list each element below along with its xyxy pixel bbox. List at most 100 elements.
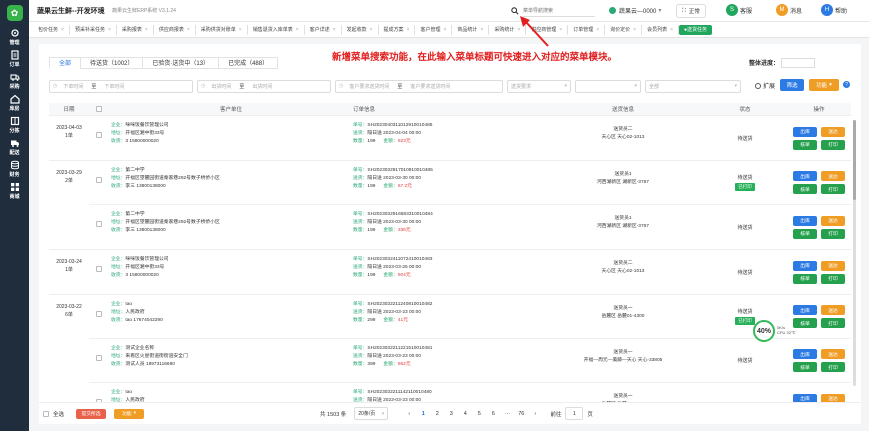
row-checkbox[interactable] [96,177,102,183]
close-icon[interactable]: × [187,25,190,35]
tab-completed[interactable]: 已完成（488） [218,57,279,69]
page-tab[interactable]: 订单管理 × [568,24,606,35]
page-button[interactable]: 6 [488,409,498,419]
sidebar-item-warehouse[interactable]: 库房 [0,92,29,114]
fullscreen-button[interactable]: ⛶ 正常 [676,4,706,18]
page-size-select[interactable]: 20条/页 ▾ [354,407,389,420]
expand-toggle[interactable]: 扩展 [755,81,775,90]
page-button[interactable]: 4 [460,409,470,419]
delivery-requirement-select[interactable]: 送货要求 ▾ [507,79,571,93]
print-button[interactable]: 打印 [821,228,845,239]
app-logo[interactable]: ✿ [0,0,29,26]
sidebar-item-sorting[interactable]: 分拣 [0,114,29,136]
close-icon[interactable]: × [296,25,299,35]
page-tab[interactable]: 预采补采任务 × [70,24,117,35]
outbound-button[interactable]: 出库 [793,349,817,359]
page-tab[interactable]: 会员列表 × [642,24,679,35]
order-time-range[interactable]: ◷ 下单时间 至 下单时间 [49,79,193,93]
page-tab[interactable]: 包价任务 × [33,24,70,35]
scrollbar-thumb[interactable] [853,120,856,200]
close-icon[interactable]: × [596,25,599,35]
page-tab[interactable]: 客户管理 × [415,24,453,35]
ship-time-range[interactable]: ◷ 出货时间 至 出货时间 [197,79,331,93]
print-button[interactable]: 打印 [821,139,845,150]
outbound-button[interactable]: 出库 [793,305,817,315]
table-scrollbar[interactable] [853,120,856,386]
delivered-button[interactable]: 送达 [821,260,845,271]
close-icon[interactable]: × [633,25,636,35]
page-tab[interactable]: 客户详述 × [305,24,342,35]
page-button[interactable]: 5 [474,409,484,419]
outbound-button[interactable]: 出库 [793,215,817,226]
close-icon[interactable]: × [145,25,148,35]
sidebar-item-orders[interactable]: 订单 [0,48,29,70]
goto-input[interactable]: 1 [565,407,584,420]
tab-all[interactable]: 全部 [49,57,82,69]
page-button[interactable]: 2 [432,409,442,419]
page-button[interactable]: 76 [516,409,526,419]
page-tab[interactable]: 采购报表 × [117,24,154,35]
tab-delivering[interactable]: 已验货·送货中（13） [142,57,220,69]
verify-button[interactable]: 核单 [793,139,817,150]
page-tab[interactable]: 发起收款 × [342,24,379,35]
verify-button[interactable]: 核单 [793,228,817,239]
performance-gauge[interactable]: 40% [753,320,775,342]
close-icon[interactable]: × [239,25,242,35]
close-icon[interactable]: × [559,25,562,35]
outbound-button[interactable]: 出库 [793,260,817,271]
sidebar-item-mall[interactable]: 商城 [0,180,29,202]
page-button[interactable]: 1 [418,409,428,419]
filter-button[interactable]: 筛选 [780,79,804,91]
delivered-button[interactable]: 送达 [821,126,845,137]
select-all-checkbox[interactable] [96,106,102,112]
print-button[interactable]: 打印 [821,273,845,284]
close-icon[interactable]: × [333,25,336,35]
verify-button[interactable]: 核单 [793,362,817,372]
close-icon[interactable]: × [370,25,373,35]
close-icon[interactable]: × [407,25,410,35]
outbound-button[interactable]: 出库 [793,171,817,181]
verify-button[interactable]: 核单 [793,273,817,284]
outbound-button[interactable]: 出库 [793,126,817,137]
sidebar-item-purchase[interactable]: 采购 [0,70,29,92]
filter-help-icon[interactable]: ? [843,81,850,88]
page-tab[interactable]: 商品统计 × [452,24,490,35]
sidebar-item-management[interactable]: 管理 [0,26,29,48]
message-button[interactable]: M 消息 [776,4,802,16]
row-checkbox[interactable] [96,311,102,317]
verify-button[interactable]: 核单 [793,184,817,194]
page-button[interactable]: ··· [502,409,512,419]
close-icon[interactable]: × [670,25,673,35]
delivered-button[interactable]: 送达 [821,305,845,315]
page-tab[interactable]: ●送货任务 [679,24,713,35]
page-tab[interactable]: 供应商报表 × [154,24,196,35]
print-button[interactable]: 打印 [821,318,845,328]
row-checkbox[interactable] [96,221,102,227]
delivered-button[interactable]: 送达 [821,215,845,226]
tab-pending[interactable]: 待送货（1002） [80,57,144,69]
outbound-button[interactable]: 出库 [793,393,817,402]
page-button[interactable]: › [530,409,540,419]
user-menu[interactable]: 蔬果云---0000 ▾ [609,6,661,15]
sidebar-item-delivery[interactable]: 配送 [0,136,29,158]
close-icon[interactable]: × [443,25,446,35]
secondary-select[interactable]: ▾ [575,79,641,93]
customer-time-range[interactable]: ◷ 客户要求送货时间 至 客户要求送货时间 [335,79,503,93]
page-tab[interactable]: 询价定价 × [605,24,643,35]
batch-submit-button[interactable]: 提交所选 [76,408,107,419]
scope-select[interactable]: 全部 ▾ [645,79,741,93]
page-tab[interactable]: 采购供货对账单 × [196,24,248,35]
function-button[interactable]: 功能 ▾ [809,79,839,91]
close-icon[interactable]: × [61,25,64,35]
delivered-button[interactable]: 送达 [821,393,845,402]
help-button[interactable]: H 帮助 [821,4,847,16]
row-checkbox[interactable] [96,266,102,272]
search-icon[interactable] [511,7,519,15]
delivered-button[interactable]: 送达 [821,349,845,359]
print-button[interactable]: 打印 [821,362,845,372]
progress-setting-input[interactable] [781,58,816,69]
footer-select-all-checkbox[interactable] [43,410,49,417]
close-icon[interactable]: × [108,25,111,35]
page-button[interactable]: 3 [446,409,456,419]
row-checkbox[interactable] [96,132,102,138]
